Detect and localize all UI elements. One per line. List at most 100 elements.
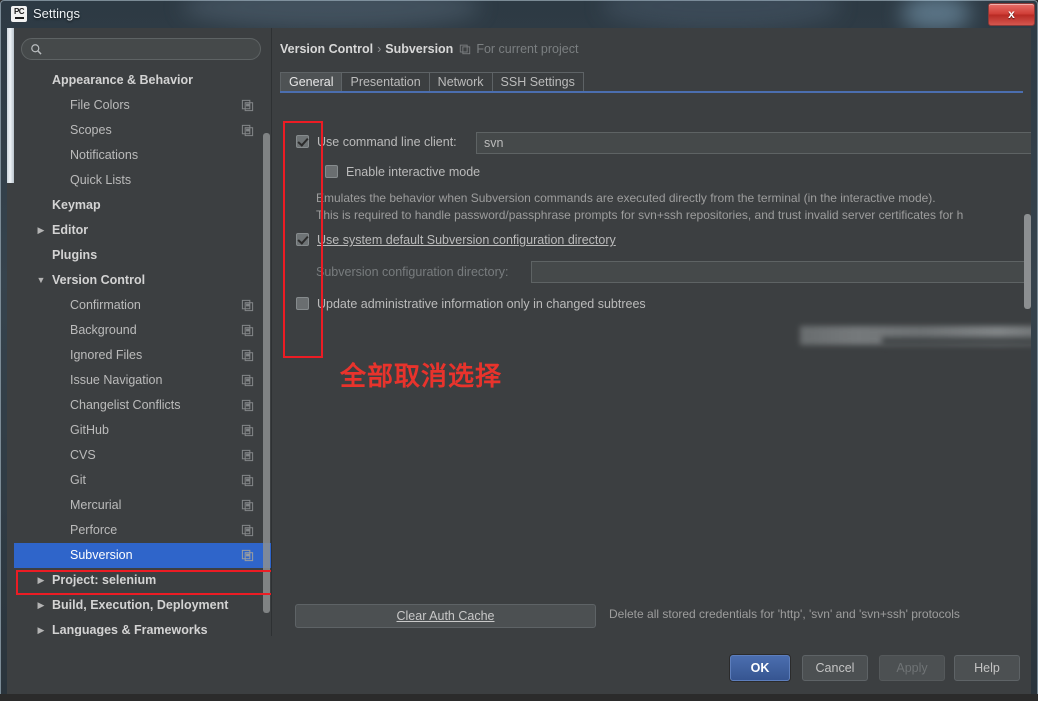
sidebar-item-cvs[interactable]: CVS: [14, 443, 271, 468]
sidebar-item-label: File Colors: [70, 98, 130, 112]
tab-general[interactable]: General: [280, 72, 343, 92]
settings-tree[interactable]: Appearance & Behavior File Colors Scopes No…: [14, 68, 271, 688]
sidebar-item-issue-navigation[interactable]: Issue Navigation: [14, 368, 271, 393]
cancel-button[interactable]: Cancel: [802, 655, 868, 681]
breadcrumb-scope-note: For current project: [476, 42, 579, 56]
sidebar-item-label: Quick Lists: [70, 173, 132, 187]
sidebar-item-scopes[interactable]: Scopes: [14, 118, 271, 143]
sidebar-item-version-control[interactable]: ▼ Version Control: [14, 268, 271, 293]
tab-label: General: [289, 75, 334, 89]
sidebar-item-file-colors[interactable]: File Colors: [14, 93, 271, 118]
interactive-help-line-1: Emulates the behavior when Subversion co…: [316, 191, 936, 205]
sidebar-item-github[interactable]: GitHub: [14, 418, 271, 443]
sidebar-item-mercurial[interactable]: Mercurial: [14, 493, 271, 518]
tab-label: Presentation: [350, 75, 421, 89]
sidebar-item-label: Issue Navigation: [70, 373, 163, 387]
main-vertical-scrollbar[interactable]: [1024, 214, 1031, 309]
project-scope-icon: [241, 449, 254, 462]
interactive-help-line-2: This is required to handle password/pass…: [316, 208, 964, 222]
window-scrollbar[interactable]: [7, 28, 15, 694]
chevron-right-icon[interactable]: ▶: [34, 568, 48, 593]
sidebar-item-perforce[interactable]: Perforce: [14, 518, 271, 543]
config-directory-input[interactable]: [531, 261, 1031, 283]
sidebar-item-keymap[interactable]: Keymap: [14, 193, 271, 218]
checkbox-use-command-line-client[interactable]: [296, 135, 309, 148]
project-scope-icon: [241, 474, 254, 487]
sidebar-item-label: Project: selenium: [52, 573, 157, 587]
sidebar-item-background[interactable]: Background: [14, 318, 271, 343]
window-title: Settings: [33, 6, 80, 21]
project-scope-icon: [460, 44, 471, 55]
breadcrumb-leaf: Subversion: [385, 42, 454, 56]
ok-button[interactable]: OK: [730, 655, 790, 681]
sidebar-item-changelist-conflicts[interactable]: Changelist Conflicts: [14, 393, 271, 418]
chevron-right-icon[interactable]: ▶: [34, 593, 48, 618]
sidebar-item-label: Appearance & Behavior: [52, 73, 194, 87]
dialog-footer: OK Cancel Apply Help: [7, 636, 1031, 694]
sidebar-item-build-execution-deployment[interactable]: ▶ Build, Execution, Deployment: [14, 593, 271, 618]
help-button[interactable]: Help: [954, 655, 1020, 681]
project-scope-icon: [241, 374, 254, 387]
general-tab-content: Use command line client: Enable interact…: [272, 94, 1031, 658]
project-scope-icon: [241, 399, 254, 412]
chevron-down-icon[interactable]: ▼: [34, 268, 48, 293]
project-scope-icon: [241, 99, 254, 112]
sidebar-item-label: Plugins: [52, 248, 98, 262]
project-scope-icon: [241, 324, 254, 337]
search-box[interactable]: [21, 38, 261, 61]
label-use-command-line-client: Use command line client:: [317, 135, 457, 149]
apply-button[interactable]: Apply: [879, 655, 945, 681]
checkbox-use-system-default-config[interactable]: [296, 233, 309, 246]
settings-main-panel: Version Control › Subversion For current pr…: [272, 28, 1031, 694]
title-bar[interactable]: PC Settings x: [1, 1, 1038, 28]
tab-ssh-settings[interactable]: SSH Settings: [492, 72, 584, 92]
sidebar-item-confirmation[interactable]: Confirmation: [14, 293, 271, 318]
sidebar-item-label: Background: [70, 323, 137, 337]
project-scope-icon: [241, 499, 254, 512]
label-enable-interactive-mode: Enable interactive mode: [346, 165, 481, 179]
sidebar-item-git[interactable]: Git: [14, 468, 271, 493]
sidebar-item-label: Editor: [52, 223, 89, 237]
sidebar-item-label: Version Control: [52, 273, 146, 287]
chevron-right-icon[interactable]: ▶: [34, 218, 48, 243]
sidebar-item-plugins[interactable]: Plugins: [14, 243, 271, 268]
sidebar-item-quick-lists[interactable]: Quick Lists: [14, 168, 271, 193]
sidebar-item-subversion[interactable]: Subversion: [14, 543, 271, 568]
sidebar-item-editor[interactable]: ▶ Editor: [14, 218, 271, 243]
close-icon[interactable]: x: [988, 3, 1035, 26]
sidebar-item-ignored-files[interactable]: Ignored Files: [14, 343, 271, 368]
sidebar-item-label: Build, Execution, Deployment: [52, 598, 229, 612]
tab-label: SSH Settings: [500, 75, 575, 89]
app-icon: PC: [11, 6, 27, 22]
tab-network[interactable]: Network: [429, 72, 493, 92]
sidebar-item-project-selenium[interactable]: ▶ Project: selenium: [14, 568, 271, 593]
tab-underline: [280, 91, 1023, 93]
project-scope-icon: [241, 524, 254, 537]
sidebar-item-label: Confirmation: [70, 298, 141, 312]
sidebar-item-label: Changelist Conflicts: [70, 398, 181, 412]
sidebar-item-label: Notifications: [70, 148, 139, 162]
project-scope-icon: [241, 549, 254, 562]
tab-presentation[interactable]: Presentation: [342, 72, 430, 92]
project-scope-icon: [241, 349, 254, 362]
settings-tabs[interactable]: General Presentation Network SSH Settings: [280, 72, 584, 92]
sidebar-item-label: Subversion: [70, 548, 133, 562]
sidebar-item-label: Git: [70, 473, 86, 487]
sidebar-item-label: Scopes: [70, 123, 112, 137]
command-line-client-input[interactable]: [476, 132, 1031, 154]
checkbox-update-admin-info[interactable]: [296, 297, 309, 310]
clear-auth-cache-button[interactable]: Clear Auth Cache: [295, 604, 596, 628]
sidebar-item-label: Keymap: [52, 198, 101, 212]
checkbox-enable-interactive-mode[interactable]: [325, 165, 338, 178]
search-icon: [31, 44, 42, 55]
project-scope-icon: [241, 124, 254, 137]
tab-label: Network: [437, 75, 484, 89]
breadcrumb-root[interactable]: Version Control: [280, 42, 373, 56]
sidebar-item-appearance-behavior[interactable]: Appearance & Behavior: [14, 68, 271, 93]
label-update-admin-info: Update administrative information only i…: [317, 297, 646, 311]
sidebar-item-label: Perforce: [70, 523, 118, 537]
sidebar-item-notifications[interactable]: Notifications: [14, 143, 271, 168]
settings-dialog: Appearance & Behavior File Colors Scopes No…: [7, 28, 1031, 694]
sidebar-vertical-scrollbar[interactable]: [263, 133, 270, 613]
search-input[interactable]: [48, 39, 257, 61]
